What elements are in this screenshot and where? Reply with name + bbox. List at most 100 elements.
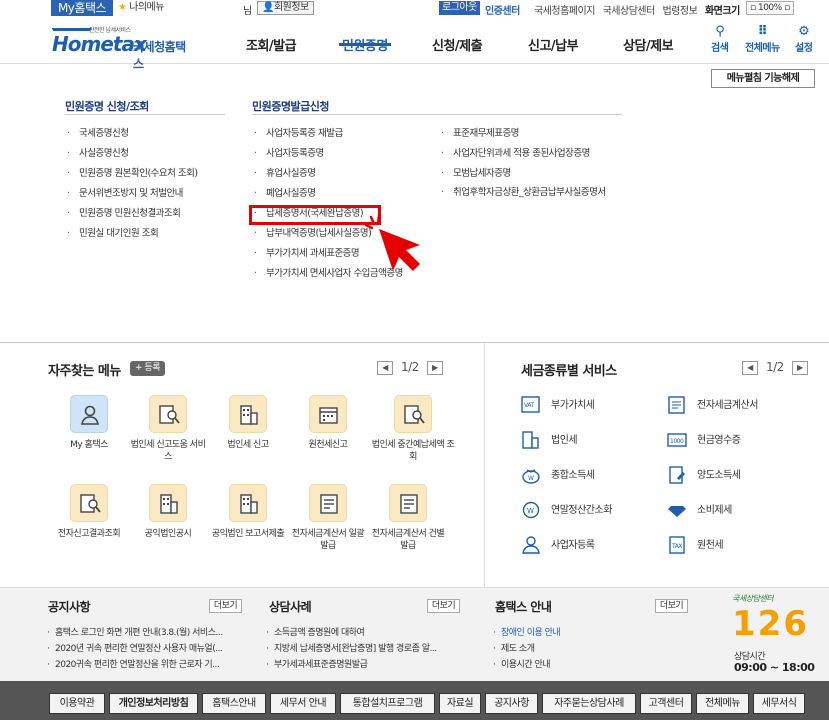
nav-consult-report[interactable]: 상담/제보 bbox=[623, 35, 674, 54]
footer-terms-link[interactable]: 이용약관 bbox=[49, 693, 105, 714]
menu-item[interactable]: 사업자단위과세 적용 종된사업장증명 bbox=[439, 147, 614, 167]
nav-apply-submit[interactable]: 신청/제출 bbox=[432, 35, 483, 54]
guide-item[interactable]: 이용시간 안내 bbox=[492, 657, 682, 673]
tax-withholding[interactable]: TAX 원천세 bbox=[667, 536, 724, 556]
notice-item[interactable]: 홈택스 로그인 화면 개편 안내(3.8.(월) 서비스... bbox=[46, 625, 246, 641]
menu-item[interactable]: 사실증명신청 bbox=[65, 147, 198, 167]
footer-hometax-guide-link[interactable]: 홈택스안내 bbox=[202, 693, 266, 714]
tax-e-invoice[interactable]: 전자세금계산서 bbox=[667, 396, 758, 416]
nav-report-pay[interactable]: 신고/납부 bbox=[528, 35, 579, 54]
footer-customer-center-link[interactable]: 고객센터 bbox=[640, 693, 692, 714]
menu-item[interactable]: 문서위변조방지 및 처벌안내 bbox=[65, 187, 198, 207]
fav-public-corp-report[interactable]: 공익법인 보고서제출 bbox=[208, 484, 288, 540]
footer-notice-link[interactable]: 공지사항 bbox=[485, 693, 538, 714]
logo-kr-text: 국세청홈택스 bbox=[133, 40, 186, 71]
menu-item[interactable]: 민원증명 원본확인(수요처 조회) bbox=[65, 167, 198, 187]
guide-more-button[interactable]: 더보기 bbox=[655, 599, 688, 613]
footer-tax-forms-link[interactable]: 세무서식 bbox=[753, 693, 805, 714]
menu-item[interactable]: 폐업사실증명 bbox=[252, 187, 403, 207]
fav-e-invoice-bulk[interactable]: 전자세금계산서 일괄발급 bbox=[288, 484, 368, 552]
svg-text:VAT: VAT bbox=[524, 402, 534, 409]
footer-tax-office-link[interactable]: 세무서 안내 bbox=[270, 693, 336, 714]
footer-all-menu-link[interactable]: 전체메뉴 bbox=[696, 693, 749, 714]
fav-withholding-report[interactable]: 원천세신고 bbox=[288, 395, 368, 451]
fav-corp-tax-help[interactable]: 법인세 신고도움 서비스 bbox=[128, 395, 208, 463]
guide-item[interactable]: 제도 소개 bbox=[492, 641, 682, 657]
prev-page-button[interactable]: ◀ bbox=[742, 360, 758, 375]
active-nav-underline bbox=[339, 43, 391, 46]
prev-page-button[interactable]: ◀ bbox=[377, 360, 393, 375]
col3-list: 표준재무제표증명 사업자단위과세 적용 종된사업장증명 모범납세자증명 취업후학… bbox=[439, 127, 614, 198]
guide-item[interactable]: 장애인 이용 안내 bbox=[492, 625, 682, 641]
hometax-logo[interactable]: 안전한 납세서비스 Hometax 국세청홈택스 bbox=[46, 25, 195, 71]
menu-item[interactable]: 국세증명신청 bbox=[65, 127, 198, 147]
fav-public-corp-disclosure[interactable]: 공익법인공시 bbox=[128, 484, 208, 540]
consult-item[interactable]: 소득금액 증명원에 대하여 bbox=[265, 625, 465, 641]
zoom-out-icon[interactable]: ▫ bbox=[750, 3, 756, 13]
tax-label: 현금영수증 bbox=[697, 435, 741, 446]
all-menu-button[interactable]: ⠿ 전체메뉴 bbox=[745, 25, 780, 55]
building-icon bbox=[522, 431, 539, 449]
fav-corp-interim-tax[interactable]: 법인세 중간예납세액 조회 bbox=[368, 395, 458, 463]
menu-item[interactable]: 취업후학자금상환_상환금납부사실증명서 bbox=[439, 187, 614, 198]
tax-consult-center-link[interactable]: 국세상담센터 bbox=[603, 6, 656, 17]
center-hours: 09:00 ~ 18:00 bbox=[734, 661, 815, 674]
tax-services-pager: ◀ 1/2 ▶ bbox=[742, 360, 808, 375]
fav-corp-tax-report[interactable]: 법인세 신고 bbox=[208, 395, 288, 451]
col1-title: 민원증명 신청/조회 bbox=[65, 100, 149, 113]
certificate-center-link[interactable]: 인증센터 bbox=[485, 2, 520, 17]
menu-item[interactable]: 모범납세자증명 bbox=[439, 167, 614, 187]
menu-item[interactable]: 표준재무제표증명 bbox=[439, 127, 614, 147]
tax-year-end[interactable]: W 연말정산간소화 bbox=[521, 501, 612, 521]
favorites-register-button[interactable]: + 등록 bbox=[130, 361, 165, 376]
my-menu-link[interactable]: ★ 나의메뉴 bbox=[118, 1, 164, 15]
tax-corporate[interactable]: 법인세 bbox=[521, 431, 578, 451]
tax-vat[interactable]: VAT 부가가치세 bbox=[521, 396, 595, 416]
tax-business-registration[interactable]: 사업자등록 bbox=[521, 536, 595, 556]
law-info-link[interactable]: 법령정보 bbox=[662, 6, 697, 17]
notice-item[interactable]: 2020년 귀속 편리한 연말정산 사용자 매뉴얼(... bbox=[46, 641, 246, 657]
next-page-button[interactable]: ▶ bbox=[426, 360, 443, 375]
footer-install-program-link[interactable]: 통합설치프로그램 bbox=[340, 693, 435, 714]
menu-expand-release-button[interactable]: 메뉴펼침 기능해제 bbox=[711, 69, 815, 88]
consult-item[interactable]: 지방세 납세증명서[완납증명] 발행 경로좀 알... bbox=[265, 641, 465, 657]
notice-more-button[interactable]: 더보기 bbox=[209, 599, 242, 613]
tax-consumption[interactable]: 소비제세 bbox=[667, 501, 732, 521]
menu-item[interactable]: 사업자등록증명 bbox=[252, 147, 403, 167]
svg-text:TAX: TAX bbox=[671, 543, 682, 550]
guide-list: 장애인 이용 안내 제도 소개 이용시간 안내 bbox=[492, 625, 682, 673]
logout-button[interactable]: 로그아웃 bbox=[439, 1, 480, 15]
fav-my-hometax[interactable]: My 홈택스 bbox=[49, 395, 129, 451]
doc-search-icon bbox=[70, 484, 108, 522]
my-hometax-link[interactable]: My홈택스 bbox=[51, 0, 113, 16]
footer-faq-link[interactable]: 자주묻는상담사례 bbox=[542, 693, 636, 714]
nav-inquiry-issue[interactable]: 조회/발급 bbox=[246, 35, 297, 54]
settings-button[interactable]: ⚙ 설정 bbox=[795, 25, 813, 55]
fav-label: 전자신고결과조회 bbox=[57, 529, 121, 539]
search-button[interactable]: ⚲ 검색 bbox=[711, 25, 729, 55]
menu-item[interactable]: 휴업사실증명 bbox=[252, 167, 403, 187]
menu-item[interactable]: 민원실 대기인원 조회 bbox=[65, 227, 198, 247]
fav-e-report-result[interactable]: 전자신고결과조회 bbox=[49, 484, 129, 540]
member-info-button[interactable]: 👤회원정보 bbox=[257, 1, 314, 15]
tax-income[interactable]: W 종합소득세 bbox=[521, 466, 595, 486]
notice-item[interactable]: 2020귀속 편리한 연말정산을 위한 근로자 기... bbox=[46, 657, 246, 673]
zoom-in-icon[interactable]: ▫ bbox=[784, 3, 790, 13]
screen-size-label: 화면크기 bbox=[704, 6, 740, 17]
consult-list: 소득금액 증명원에 대하여 지방세 납세증명서[완납증명] 발행 경로좀 알..… bbox=[265, 625, 465, 673]
tax-cash-receipt[interactable]: 1000 현금영수증 bbox=[667, 431, 741, 451]
next-page-button[interactable]: ▶ bbox=[791, 360, 808, 375]
zoom-control[interactable]: ▫ 100% ▫ bbox=[746, 1, 794, 15]
person-icon bbox=[70, 395, 108, 433]
tax-label: 소비제세 bbox=[697, 505, 732, 516]
nts-homepage-link[interactable]: 국세청홈페이지 bbox=[534, 6, 595, 17]
consult-item[interactable]: 부가세과세표준증명원발급 bbox=[265, 657, 465, 673]
consult-more-button[interactable]: 더보기 bbox=[427, 599, 460, 613]
menu-item[interactable]: 사업자등록증 재발급 bbox=[252, 127, 403, 147]
plus-icon: + bbox=[135, 363, 143, 373]
footer-library-link[interactable]: 자료실 bbox=[439, 693, 481, 714]
tax-transfer-income[interactable]: 양도소득세 bbox=[667, 466, 741, 486]
fav-e-invoice-single[interactable]: 전자세금계산서 건별발급 bbox=[368, 484, 448, 552]
footer-privacy-link[interactable]: 개인정보처리방침 bbox=[109, 693, 198, 714]
menu-item[interactable]: 민원증명 민원신청결과조회 bbox=[65, 207, 198, 227]
